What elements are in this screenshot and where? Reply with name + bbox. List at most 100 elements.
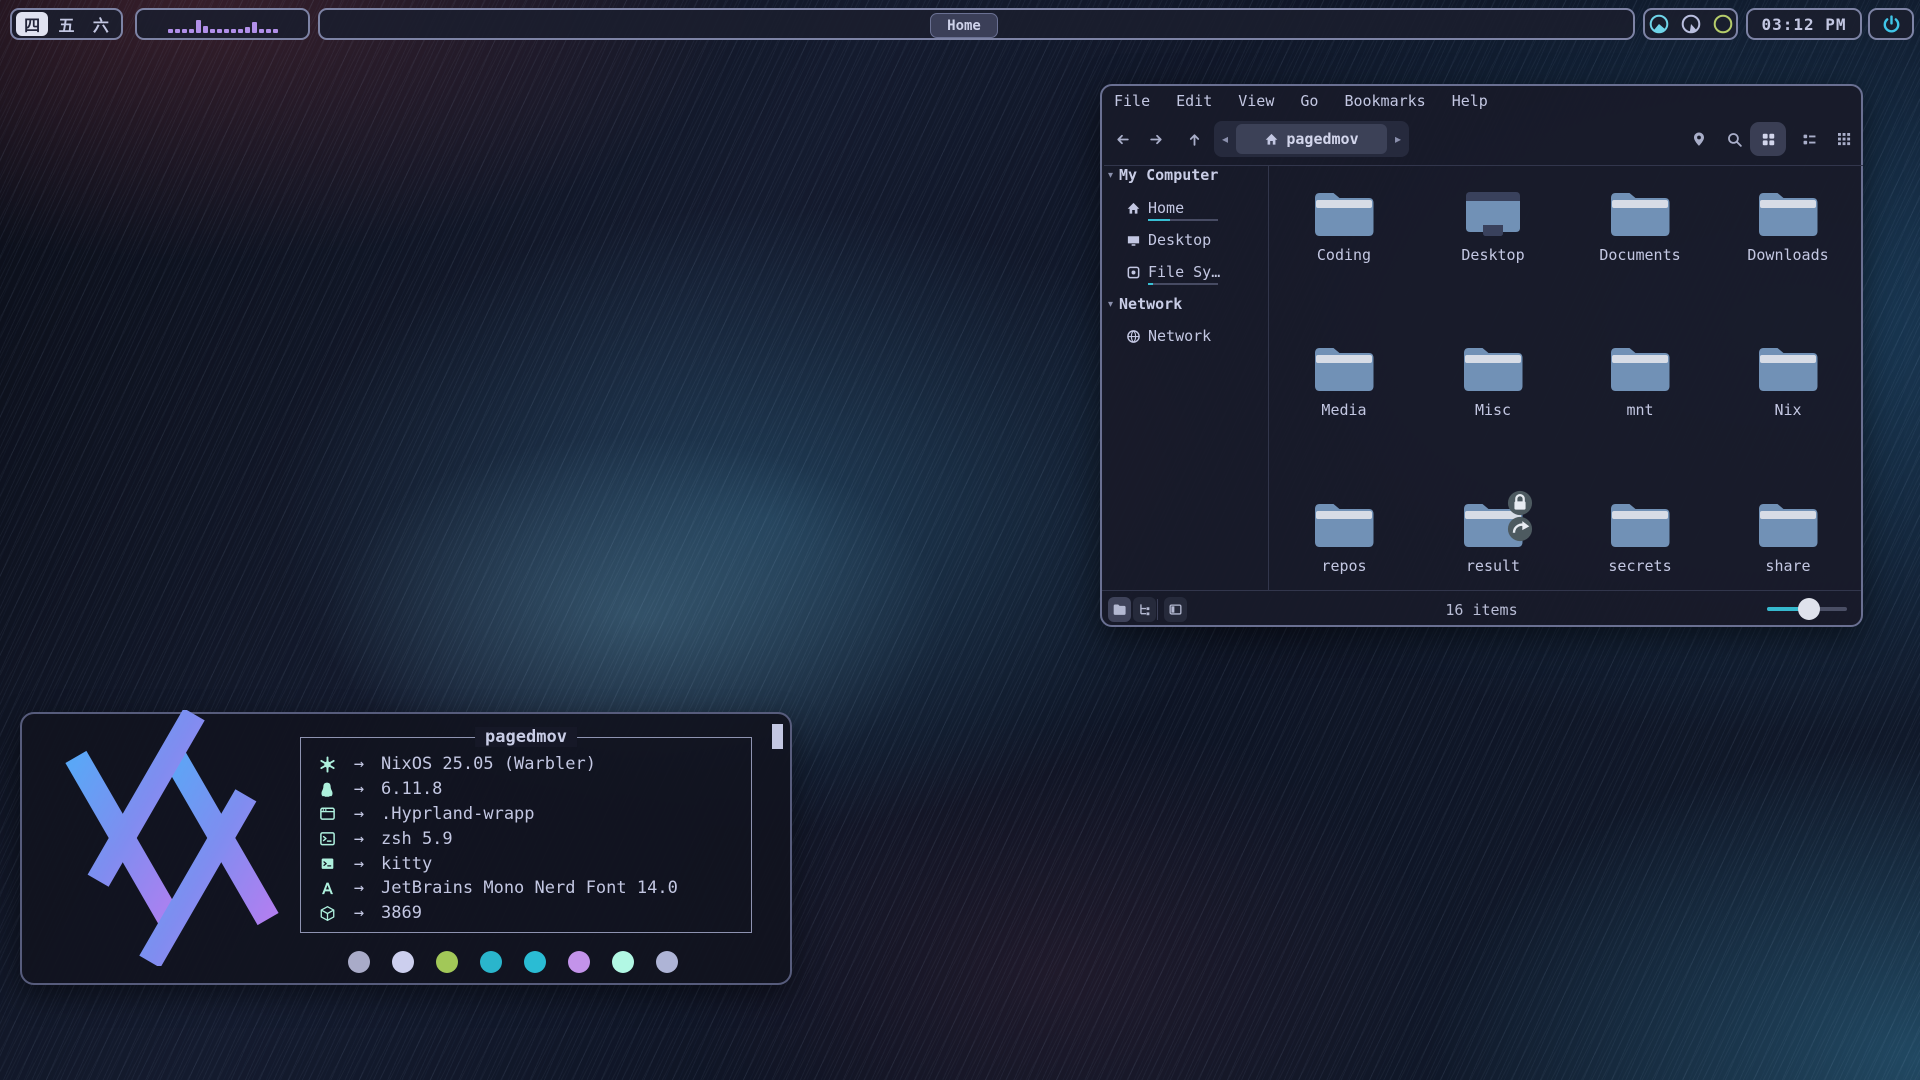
viz-bar bbox=[196, 20, 201, 33]
folder-secrets[interactable]: secrets bbox=[1580, 499, 1700, 575]
sidebar-section-network[interactable]: ▾ Network bbox=[1108, 295, 1182, 313]
font-value: JetBrains Mono Nerd Font 14.0 bbox=[381, 878, 678, 898]
focused-window-button[interactable]: Home bbox=[930, 13, 998, 38]
fetch-row-font: → JetBrains Mono Nerd Font 14.0 bbox=[317, 876, 678, 901]
home-icon bbox=[1126, 201, 1141, 216]
viz-bar bbox=[238, 29, 243, 33]
menu-bookmarks[interactable]: Bookmarks bbox=[1344, 92, 1425, 110]
viz-bar bbox=[175, 29, 180, 33]
folder-nix[interactable]: Nix bbox=[1728, 343, 1848, 419]
forward-button[interactable] bbox=[1144, 127, 1168, 151]
viz-bar bbox=[224, 29, 229, 33]
menu-help[interactable]: Help bbox=[1452, 92, 1488, 110]
folder-icon bbox=[1756, 343, 1820, 395]
folder-downloads[interactable]: Downloads bbox=[1728, 188, 1848, 264]
folder-label: share bbox=[1765, 557, 1810, 575]
terminal-value: kitty bbox=[381, 854, 432, 874]
desktop: 四 五 六 Home bbox=[0, 0, 1920, 1080]
viz-bar bbox=[189, 29, 194, 33]
folder-share[interactable]: share bbox=[1728, 499, 1848, 575]
search-button[interactable] bbox=[1722, 127, 1746, 151]
fetch-row-packages: → 3869 bbox=[317, 901, 678, 926]
menu-view[interactable]: View bbox=[1238, 92, 1274, 110]
folder-label: Misc bbox=[1475, 401, 1511, 419]
folder-label: Coding bbox=[1317, 246, 1371, 264]
arrow-icon: → bbox=[337, 878, 381, 898]
status-bar: 16 items bbox=[1102, 590, 1861, 628]
workspace-5[interactable]: 五 bbox=[50, 12, 82, 36]
slider-handle[interactable] bbox=[1798, 598, 1820, 620]
wm-value: .Hyprland-wrapp bbox=[381, 804, 535, 824]
fetch-row-kernel: → 6.11.8 bbox=[317, 777, 678, 802]
packages-value: 3869 bbox=[381, 903, 422, 923]
folder-label: result bbox=[1466, 557, 1520, 575]
palette-dot bbox=[568, 951, 590, 973]
fetch-rows: → NixOS 25.05 (Warbler) → 6.11.8 → .Hypr… bbox=[317, 752, 678, 926]
font-icon bbox=[317, 879, 337, 897]
workspace-6[interactable]: 六 bbox=[85, 12, 117, 36]
item-label: Network bbox=[1148, 327, 1211, 345]
sidebar-item-desktop[interactable]: Desktop bbox=[1126, 231, 1211, 249]
shell-icon bbox=[317, 830, 337, 848]
folder-mnt[interactable]: mnt bbox=[1580, 343, 1700, 419]
disk-gauge-icon bbox=[1713, 14, 1733, 34]
sidebar-item-network[interactable]: Network bbox=[1126, 327, 1211, 345]
arrow-icon: → bbox=[337, 854, 381, 874]
section-label: My Computer bbox=[1119, 166, 1218, 184]
fetch-row-os: → NixOS 25.05 (Warbler) bbox=[317, 752, 678, 777]
folder-documents[interactable]: Documents bbox=[1580, 188, 1700, 264]
symlink-emblem-icon bbox=[1507, 516, 1533, 542]
breadcrumb[interactable]: pagedmov bbox=[1236, 124, 1387, 154]
palette-dot bbox=[480, 951, 502, 973]
folder-label: secrets bbox=[1608, 557, 1671, 575]
folder-result[interactable]: result bbox=[1433, 499, 1553, 575]
clock[interactable]: 03:12 PM bbox=[1746, 8, 1862, 40]
viz-bar bbox=[245, 27, 250, 33]
menu-file[interactable]: File bbox=[1114, 92, 1150, 110]
fastfetch-terminal: pagedmov → NixOS 25.05 (Warbler) → 6.11.… bbox=[20, 712, 792, 985]
sidebar-section-my-computer[interactable]: ▾ My Computer bbox=[1108, 166, 1218, 184]
menu-edit[interactable]: Edit bbox=[1176, 92, 1212, 110]
power-button[interactable] bbox=[1868, 8, 1914, 40]
up-button[interactable] bbox=[1182, 127, 1206, 151]
viz-bar bbox=[217, 29, 222, 33]
folder-label: Downloads bbox=[1747, 246, 1828, 264]
arrow-icon: → bbox=[337, 779, 381, 799]
folder-icon bbox=[1756, 499, 1820, 551]
arrow-icon: → bbox=[337, 903, 381, 923]
focus-underline bbox=[1148, 283, 1218, 285]
icon-view-button[interactable] bbox=[1750, 122, 1786, 156]
folder-desktop[interactable]: Desktop bbox=[1433, 188, 1553, 264]
viz-bar bbox=[273, 29, 278, 33]
sidebar-item-home[interactable]: Home bbox=[1126, 199, 1184, 217]
viz-bar bbox=[259, 29, 264, 33]
path-scroll-left-icon[interactable]: ◂ bbox=[1214, 132, 1236, 146]
item-label: Home bbox=[1148, 199, 1184, 217]
back-button[interactable] bbox=[1110, 127, 1134, 151]
arrow-icon: → bbox=[337, 829, 381, 849]
folder-media[interactable]: Media bbox=[1284, 343, 1404, 419]
workspace-4[interactable]: 四 bbox=[16, 12, 48, 36]
compact-view-button[interactable] bbox=[1832, 127, 1856, 151]
menu-go[interactable]: Go bbox=[1300, 92, 1318, 110]
nixos-icon bbox=[317, 755, 337, 773]
folder-coding[interactable]: Coding bbox=[1284, 188, 1404, 264]
path-scroll-right-icon[interactable]: ▸ bbox=[1387, 132, 1409, 146]
palette-dot bbox=[612, 951, 634, 973]
folder-repos[interactable]: repos bbox=[1284, 499, 1404, 575]
power-icon bbox=[1881, 14, 1902, 35]
list-view-button[interactable] bbox=[1797, 127, 1821, 151]
folder-label: Documents bbox=[1599, 246, 1680, 264]
location-button[interactable] bbox=[1687, 127, 1711, 151]
folder-icon bbox=[1312, 499, 1376, 551]
folder-misc[interactable]: Misc bbox=[1433, 343, 1553, 419]
section-label: Network bbox=[1119, 295, 1182, 313]
system-status-widget[interactable] bbox=[1643, 8, 1738, 40]
viz-bar bbox=[231, 29, 236, 33]
icon-size-slider[interactable] bbox=[1767, 607, 1847, 611]
sidebar-item-file-system[interactable]: File Sy… bbox=[1126, 263, 1220, 281]
file-system-icon bbox=[1126, 265, 1141, 280]
audio-visualizer bbox=[135, 8, 310, 40]
palette-dot bbox=[392, 951, 414, 973]
terminal-icon bbox=[317, 855, 337, 873]
